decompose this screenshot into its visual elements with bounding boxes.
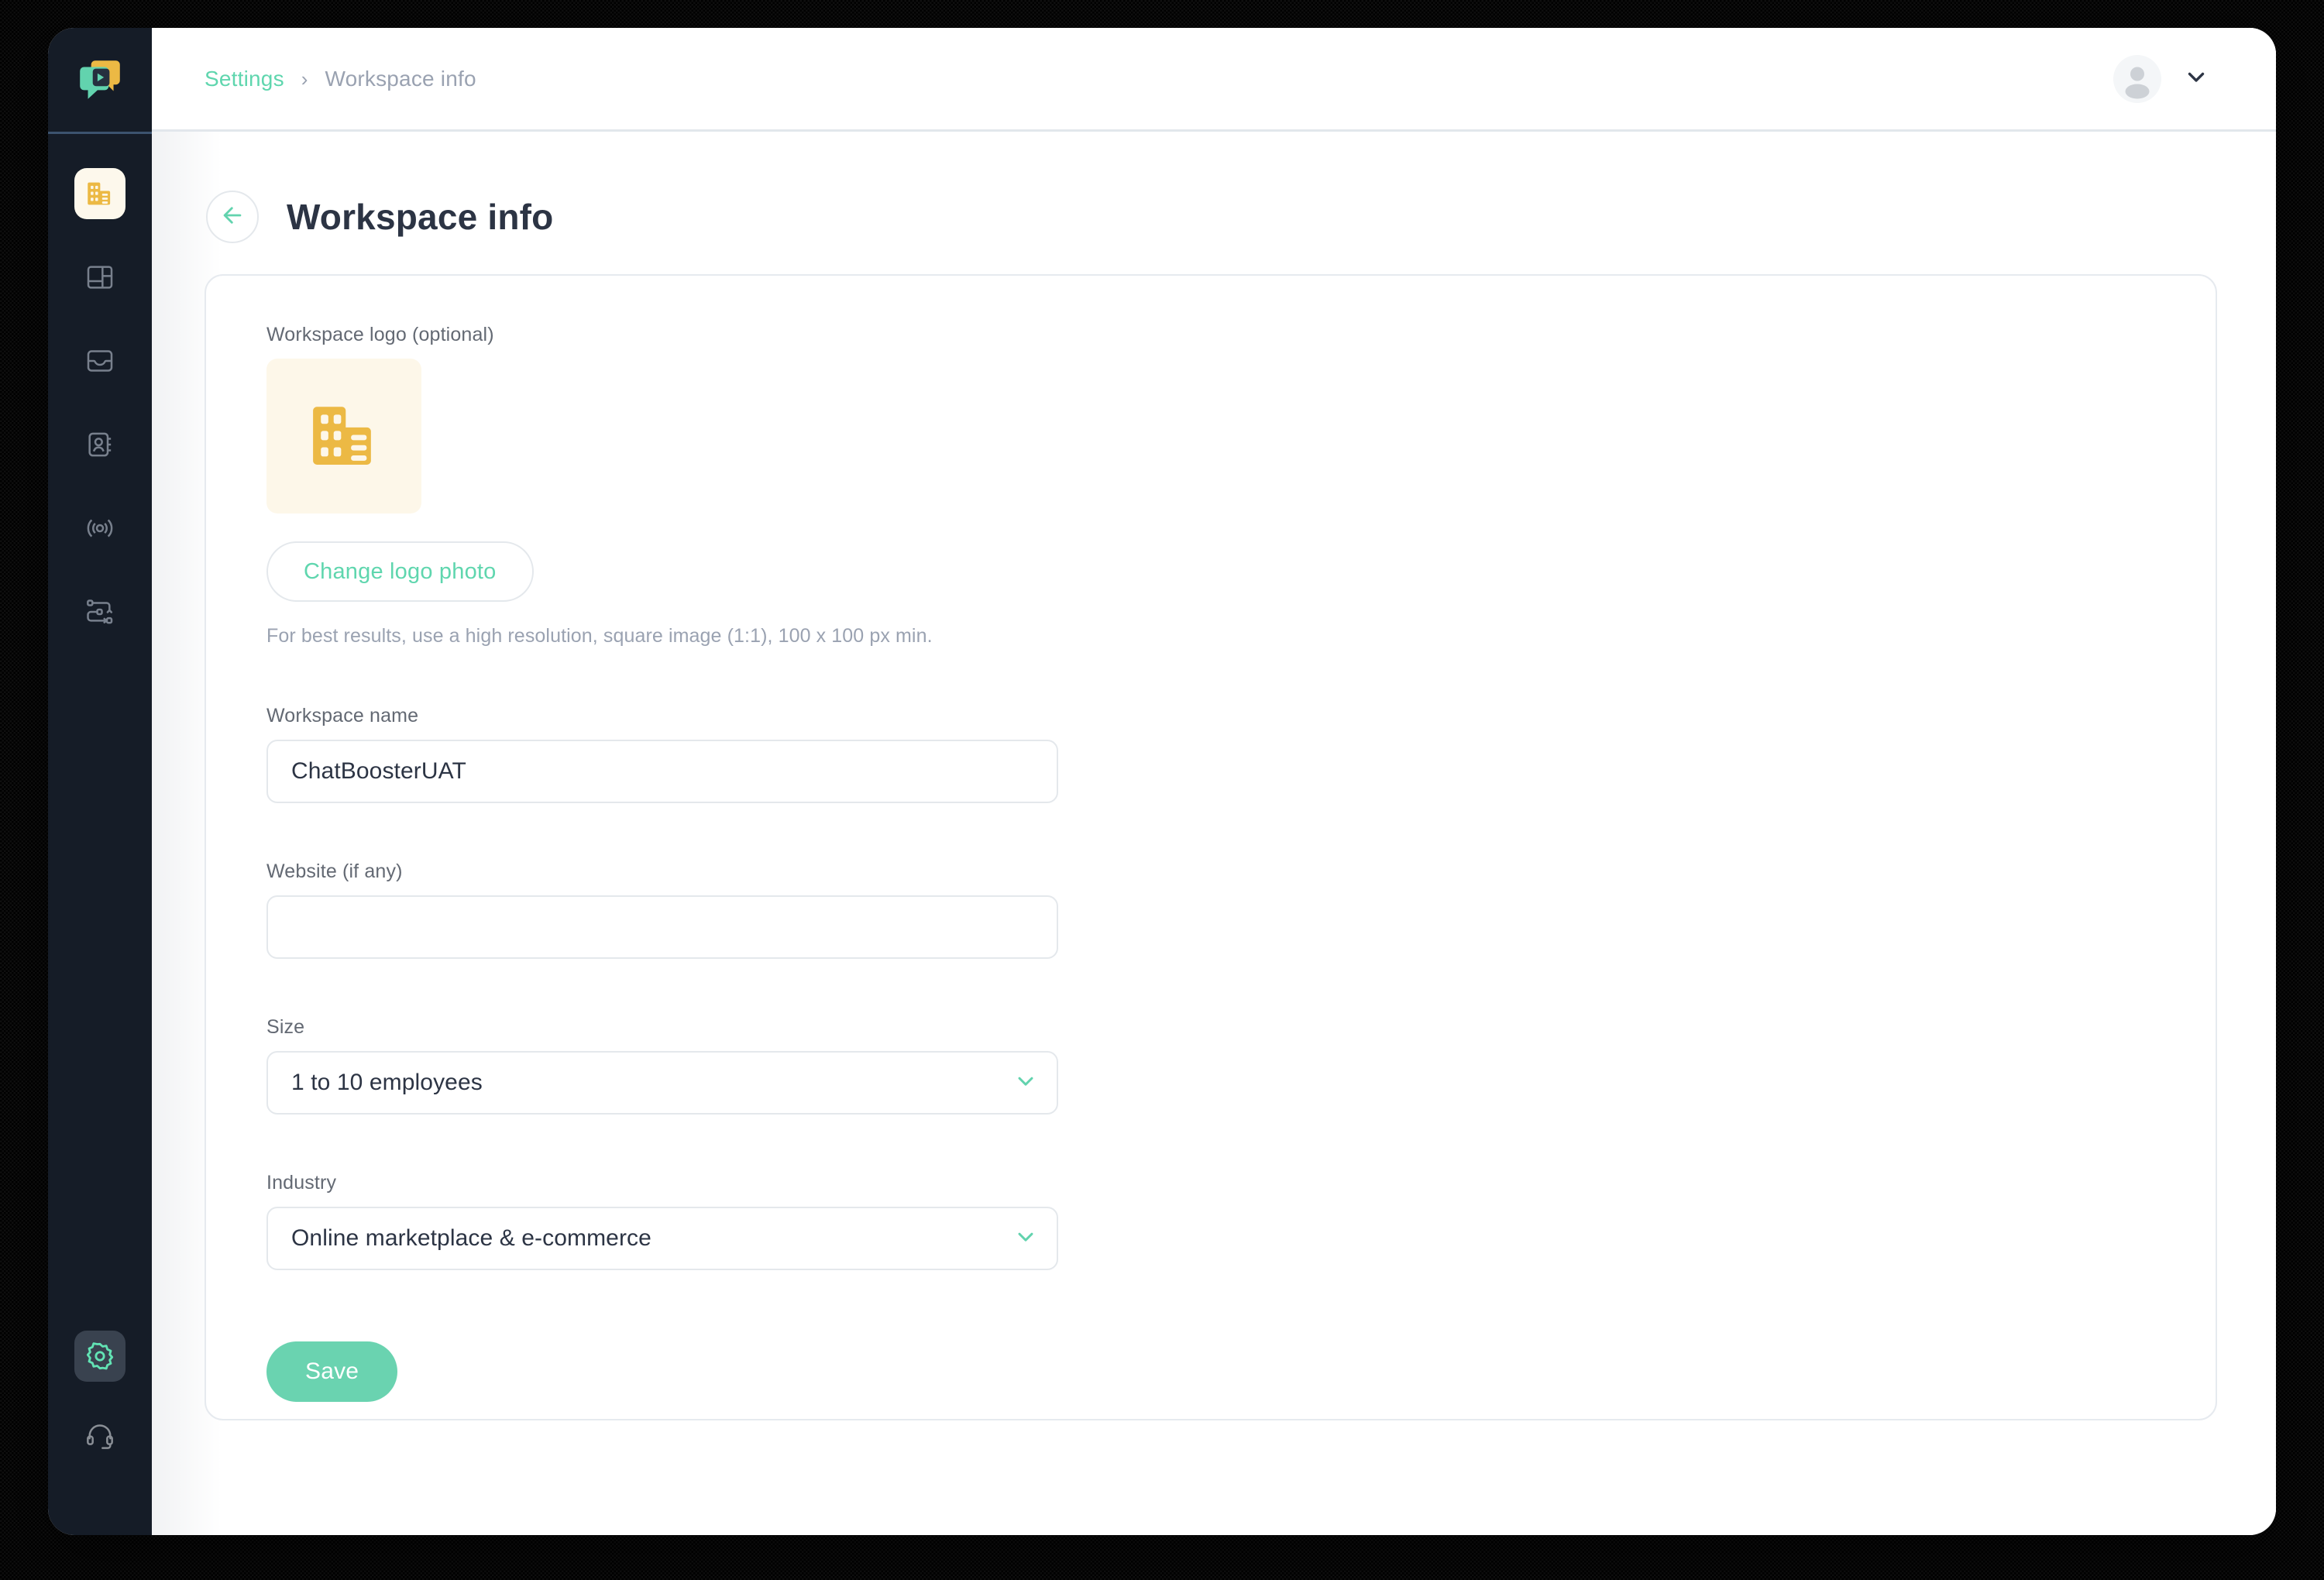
- inbox-icon: [84, 345, 115, 376]
- avatar: [2113, 54, 2161, 103]
- breadcrumb-settings[interactable]: Settings: [205, 67, 284, 91]
- page-title: Workspace info: [287, 197, 554, 237]
- industry-select[interactable]: Online marketplace & e-commerce: [266, 1207, 1058, 1270]
- building-icon: [301, 392, 387, 481]
- dashboard-icon: [84, 262, 115, 293]
- breadcrumb: Settings › Workspace info: [205, 67, 476, 91]
- logo-label: Workspace logo (optional): [266, 324, 494, 345]
- website-group: Website (if any): [266, 860, 2155, 959]
- size-label: Size: [266, 1016, 305, 1038]
- sidebar-item-dashboard[interactable]: [74, 252, 125, 303]
- chatbooster-logo-icon[interactable]: [74, 54, 125, 105]
- building-icon: [84, 177, 116, 210]
- rail-primary-items: [74, 134, 125, 1331]
- page-header: Workspace info: [205, 132, 2217, 274]
- gear-icon: [84, 1341, 115, 1372]
- industry-group: Industry Online marketplace & e-commerce: [266, 1172, 2155, 1270]
- sidebar-item-inbox[interactable]: [74, 335, 125, 386]
- logo-field-group: Workspace logo (optional) Change logo ph…: [266, 324, 2155, 647]
- sidebar-item-automation[interactable]: [74, 586, 125, 637]
- save-button[interactable]: Save: [266, 1341, 398, 1402]
- left-nav-rail: [48, 28, 152, 1535]
- brand-area: [48, 28, 152, 132]
- industry-label: Industry: [266, 1172, 337, 1194]
- size-group: Size 1 to 10 employees: [266, 1016, 2155, 1115]
- content-region: Workspace info Workspace logo (optional): [152, 132, 2276, 1535]
- user-menu[interactable]: [2113, 54, 2209, 103]
- broadcast-icon: [84, 513, 115, 544]
- back-button[interactable]: [206, 191, 259, 243]
- sidebar-item-workspace[interactable]: [74, 168, 125, 219]
- rail-bottom-items: [74, 1331, 125, 1535]
- website-input[interactable]: [266, 895, 1058, 959]
- contacts-icon: [84, 429, 115, 460]
- breadcrumb-separator: ›: [301, 67, 308, 91]
- arrow-left-icon: [219, 202, 246, 232]
- workflow-icon: [84, 596, 115, 627]
- sidebar-item-broadcast[interactable]: [74, 503, 125, 554]
- workspace-name-input[interactable]: [266, 740, 1058, 803]
- breadcrumb-current: Workspace info: [325, 66, 476, 91]
- desktop-backdrop: Settings › Workspace info Workspace info…: [0, 0, 2324, 1580]
- workspace-logo-preview: [266, 359, 421, 514]
- sidebar-item-support[interactable]: [74, 1410, 125, 1461]
- main-area: Settings › Workspace info Workspace info…: [152, 28, 2276, 1535]
- sidebar-item-settings[interactable]: [74, 1331, 125, 1382]
- workspace-info-card: Workspace logo (optional) Change logo ph…: [205, 274, 2217, 1420]
- industry-select-value: Online marketplace & e-commerce: [266, 1207, 1058, 1270]
- chevron-down-icon[interactable]: [2183, 64, 2209, 94]
- top-bar: Settings › Workspace info: [152, 28, 2276, 132]
- headset-icon: [84, 1420, 115, 1451]
- logo-hint: For best results, use a high resolution,…: [266, 625, 933, 647]
- app-window: Settings › Workspace info Workspace info…: [48, 28, 2276, 1535]
- size-select-value: 1 to 10 employees: [266, 1051, 1058, 1115]
- size-select[interactable]: 1 to 10 employees: [266, 1051, 1058, 1115]
- workspace-name-group: Workspace name: [266, 705, 2155, 803]
- change-logo-photo-button[interactable]: Change logo photo: [266, 541, 534, 602]
- website-label: Website (if any): [266, 860, 403, 882]
- sidebar-item-contacts[interactable]: [74, 419, 125, 470]
- workspace-name-label: Workspace name: [266, 705, 419, 726]
